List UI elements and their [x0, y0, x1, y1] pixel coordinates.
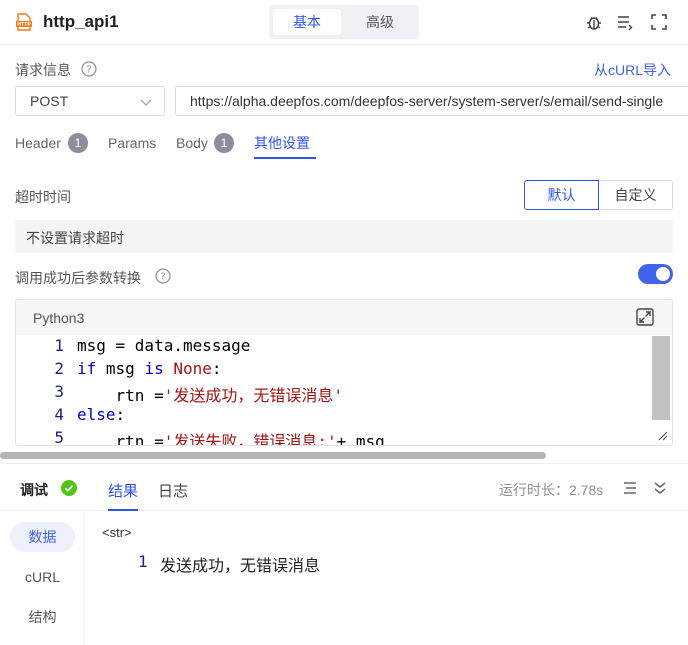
- tab-log[interactable]: 日志: [158, 480, 188, 501]
- side-item-data[interactable]: 数据: [10, 522, 75, 552]
- editor-language: Python3: [33, 310, 85, 326]
- code-text: if msg is None:: [77, 359, 222, 378]
- active-tab-indicator: [254, 157, 316, 159]
- horizontal-scrollbar[interactable]: [0, 452, 546, 459]
- line-number: 3: [54, 382, 64, 401]
- line-number: 2: [54, 359, 64, 378]
- line-number: 4: [54, 405, 64, 424]
- debug-bar: 调试 结果 日志 运行时长：2.78s: [0, 463, 688, 511]
- result-value: 发送成功，无错误消息: [160, 558, 321, 575]
- mode-basic-button[interactable]: 基本: [273, 9, 341, 35]
- success-check-icon: [61, 480, 77, 496]
- line-number: 5: [54, 428, 64, 446]
- mode-advanced-button[interactable]: 高级: [345, 9, 415, 35]
- runtime-label: 运行时长：2.78s: [499, 482, 604, 498]
- timeout-label: 超时时间: [15, 189, 71, 205]
- resize-handle-icon[interactable]: [656, 429, 668, 441]
- tab-result[interactable]: 结果: [108, 480, 138, 501]
- editor-vertical-scrollbar[interactable]: [652, 336, 670, 420]
- toggle-knob: [656, 267, 670, 281]
- timeout-custom-button[interactable]: 自定义: [599, 180, 673, 210]
- request-info-label: 请求信息: [15, 62, 71, 78]
- url-value: https://alpha.deepfos.com/deepfos-server…: [190, 93, 664, 109]
- active-debug-tab-indicator: [108, 509, 138, 511]
- result-type-tag: <str>: [102, 525, 132, 540]
- header-bar: HTTP http_api1 基本 高级: [0, 0, 688, 45]
- code-text: rtn ='发送成功，无错误消息': [115, 386, 343, 405]
- code-text: else:: [77, 405, 126, 424]
- code-text: rtn ='发送失败，错误消息:'+ msg: [115, 432, 385, 446]
- expand-icon[interactable]: [636, 308, 654, 326]
- align-icon[interactable]: [622, 480, 638, 496]
- list-icon[interactable]: [616, 13, 634, 31]
- url-input[interactable]: https://alpha.deepfos.com/deepfos-server…: [175, 86, 688, 116]
- tab-params[interactable]: Params: [108, 134, 156, 158]
- method-value: POST: [30, 93, 69, 109]
- side-item-curl[interactable]: cURL: [10, 562, 75, 592]
- page-title: http_api1: [43, 12, 119, 31]
- svg-text:?: ?: [160, 272, 165, 283]
- result-line-number: 1: [138, 552, 148, 571]
- import-curl-link[interactable]: 从cURL导入: [594, 60, 671, 80]
- body-count-badge: 1: [214, 133, 234, 153]
- editor-header: Python3: [16, 300, 672, 335]
- tab-header[interactable]: Header: [15, 134, 61, 158]
- header-count-badge: 1: [68, 133, 88, 153]
- code-editor[interactable]: Python3 1 msg = data.message 2 if msg is No…: [15, 299, 673, 446]
- timeout-description-box: 不设置请求超时: [15, 220, 673, 253]
- transform-toggle[interactable]: [638, 264, 673, 284]
- line-number: 1: [54, 336, 64, 355]
- timeout-description: 不设置请求超时: [26, 230, 124, 246]
- tab-other-settings[interactable]: 其他设置: [254, 134, 310, 158]
- method-select[interactable]: POST: [15, 86, 165, 116]
- mode-switch: 基本 高级: [269, 5, 419, 39]
- svg-text:HTTP: HTTP: [17, 22, 31, 28]
- http-icon: HTTP: [16, 13, 32, 31]
- debug-sidebar: 数据 cURL 结构: [0, 512, 85, 645]
- debug-title: 调试: [20, 482, 48, 498]
- tab-body[interactable]: Body: [176, 134, 208, 158]
- chevron-down-icon: [140, 99, 152, 106]
- bug-icon[interactable]: [585, 13, 603, 31]
- fullscreen-icon[interactable]: [650, 13, 668, 31]
- side-item-structure[interactable]: 结构: [10, 602, 75, 632]
- svg-text:?: ?: [86, 65, 91, 76]
- help-icon[interactable]: ?: [155, 268, 171, 284]
- transform-label: 调用成功后参数转换: [15, 270, 141, 286]
- code-text: msg = data.message: [77, 336, 251, 355]
- help-icon[interactable]: ?: [81, 61, 97, 77]
- code-area[interactable]: 1 msg = data.message 2 if msg is None: 3 rtn…: [16, 335, 672, 446]
- timeout-default-button[interactable]: 默认: [524, 180, 599, 210]
- collapse-icon[interactable]: [652, 480, 668, 496]
